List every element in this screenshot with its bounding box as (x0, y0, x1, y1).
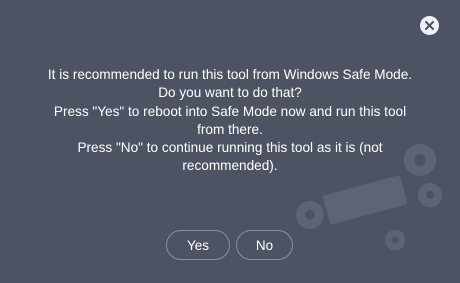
no-button[interactable]: No (236, 230, 293, 260)
message-line: Press "No" to continue running this tool… (77, 140, 383, 156)
message-line: recommended). (182, 158, 278, 174)
message-line: Do you want to do that? (158, 85, 302, 101)
message-line: Press "Yes" to reboot into Safe Mode now… (53, 103, 407, 119)
yes-button[interactable]: Yes (166, 230, 230, 260)
safe-mode-dialog: It is recommended to run this tool from … (0, 0, 460, 283)
dialog-message: It is recommended to run this tool from … (10, 66, 450, 176)
close-button[interactable] (420, 16, 439, 35)
close-icon (425, 21, 434, 30)
message-line: It is recommended to run this tool from … (47, 67, 413, 82)
message-line: from there. (197, 121, 263, 137)
